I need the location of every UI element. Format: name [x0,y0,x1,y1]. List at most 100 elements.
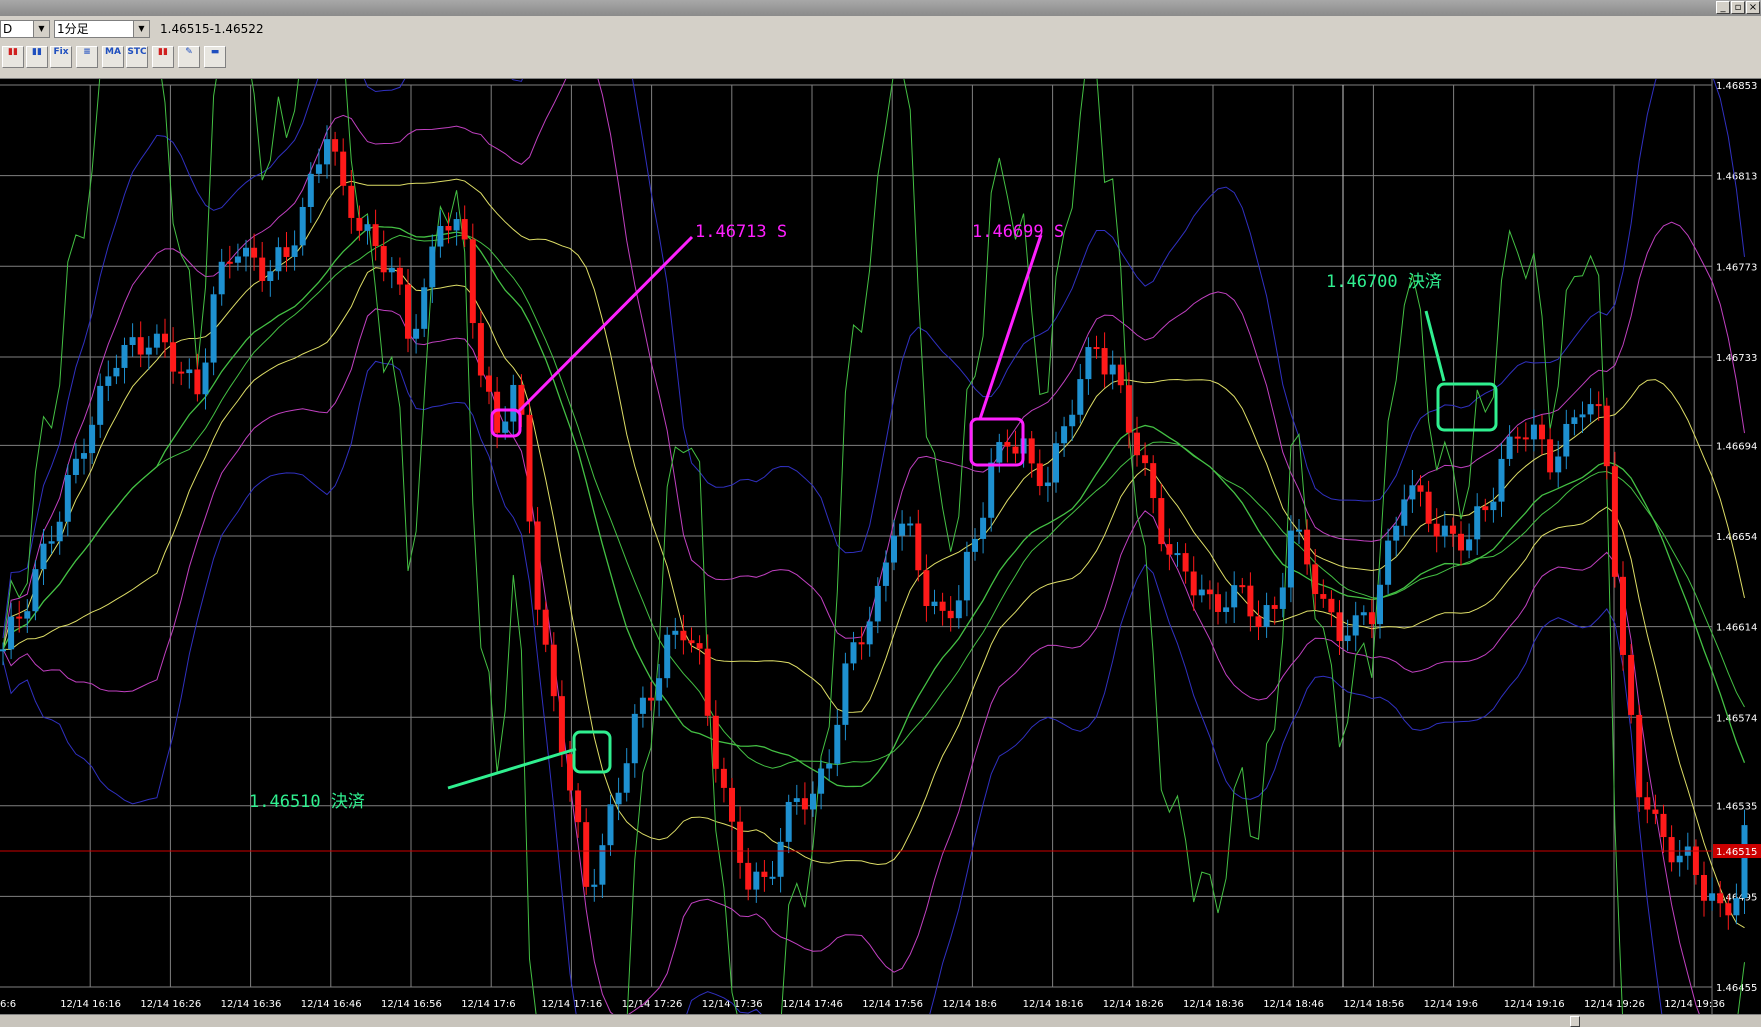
candle-body[interactable] [672,630,679,635]
candle-body[interactable] [1125,385,1132,433]
candle-body[interactable] [1433,523,1440,537]
candle-body[interactable] [1360,612,1367,616]
candle-body[interactable] [858,642,865,645]
candle-body[interactable] [793,798,800,802]
candle-body[interactable] [1660,813,1667,838]
candle-body[interactable] [648,697,654,701]
candle-body[interactable] [186,369,193,374]
print-icon[interactable]: ▬ [204,46,226,68]
candle-body[interactable] [1506,436,1513,459]
candle-body[interactable] [1036,463,1043,487]
candle-body[interactable] [1320,594,1327,599]
candle-body[interactable] [1263,605,1270,627]
candle-body[interactable] [1198,589,1205,596]
candle-body[interactable] [81,453,87,459]
candle-body[interactable] [348,185,355,218]
candle-body[interactable] [1336,612,1343,642]
candle-body[interactable] [307,173,314,207]
candle-body[interactable] [1150,463,1157,499]
chevron-down-icon[interactable]: ▼ [33,21,49,37]
candle-body[interactable] [810,793,816,810]
candle-body[interactable] [48,541,55,544]
candle-body[interactable] [575,790,582,823]
candle-body[interactable] [8,616,15,650]
candle-body[interactable] [1620,576,1626,655]
candle-body[interactable] [1547,439,1554,473]
candle-body[interactable] [680,630,687,641]
candle-body[interactable] [267,271,274,282]
candle-body[interactable] [777,841,784,877]
candle-body[interactable] [445,225,452,231]
candle-body[interactable] [874,585,881,622]
candle-body[interactable] [1223,607,1230,612]
candle-body[interactable] [299,206,306,246]
symbol-select[interactable]: D ▼ [0,20,50,38]
candle-body[interactable] [1587,404,1594,415]
candle-body[interactable] [1668,837,1675,863]
candle-body[interactable] [996,442,1003,463]
candle-body[interactable] [64,474,71,522]
candle-body[interactable] [1109,364,1116,375]
candle-body[interactable] [453,219,460,231]
candle-body[interactable] [664,634,671,679]
candle-body[interactable] [1466,539,1473,551]
candle-body[interactable] [1579,414,1586,418]
bar-chart-icon[interactable]: ▮▮ [26,46,48,68]
candle-body[interactable] [259,257,266,282]
candle-body[interactable] [1215,594,1221,612]
candle-body[interactable] [1474,506,1481,540]
candle-body[interactable] [1304,529,1311,565]
candle-body[interactable] [534,521,541,610]
scrollbar-thumb[interactable] [1570,1016,1580,1027]
candle-body[interactable] [550,644,557,697]
candle-body[interactable] [324,139,330,165]
fix-icon[interactable]: Fix [50,46,72,68]
candle-body[interactable] [1401,499,1408,526]
candle-body[interactable] [194,369,201,395]
candle-body[interactable] [1239,585,1246,588]
candle-body[interactable] [1044,482,1051,487]
candle-body[interactable] [1271,605,1278,609]
candle-body[interactable] [1012,446,1019,454]
candle-body[interactable] [1085,347,1092,380]
candle-body[interactable] [153,333,160,348]
candle-body[interactable] [388,267,395,273]
candle-body[interactable] [340,151,347,186]
candle-body[interactable] [1539,424,1545,440]
candle-body[interactable] [729,787,735,822]
candle-body[interactable] [291,245,298,257]
ma-fix-icon[interactable]: MA [102,46,124,68]
candle-body[interactable] [243,247,249,257]
candle-body[interactable] [737,821,744,863]
candle-body[interactable] [1733,898,1740,916]
candle-body[interactable] [688,640,695,644]
candle-body[interactable] [1174,553,1181,556]
restore-button[interactable]: ▫ [1731,1,1745,14]
candle-body[interactable] [1190,571,1197,596]
candle-body[interactable] [826,763,833,769]
horizontal-scrollbar[interactable] [0,1014,1761,1027]
candle-body[interactable] [0,649,6,652]
timeframe-select[interactable]: 1分足 ▼ [54,20,150,38]
candle-body[interactable] [1514,436,1521,439]
candle-body[interactable] [1717,893,1724,904]
candle-body[interactable] [1652,809,1659,814]
candle-body[interactable] [1077,379,1084,415]
candle-body[interactable] [1409,485,1416,500]
candle-body[interactable] [113,367,120,377]
candle-body[interactable] [939,601,946,611]
candle-body[interactable] [526,414,533,522]
candle-body[interactable] [1741,825,1748,899]
candle-body[interactable] [372,224,379,247]
candle-body[interactable] [753,871,760,890]
candle-body[interactable] [1377,584,1383,625]
candle-body[interactable] [656,678,663,701]
candle-body[interactable] [121,344,128,368]
candle-body[interactable] [275,247,282,272]
candle-body[interactable] [1296,529,1302,532]
candle-body[interactable] [542,609,549,645]
candle-body[interactable] [1231,585,1238,608]
candle-body[interactable] [332,139,339,152]
candle-body[interactable] [988,462,995,518]
candle-body[interactable] [1101,348,1108,375]
